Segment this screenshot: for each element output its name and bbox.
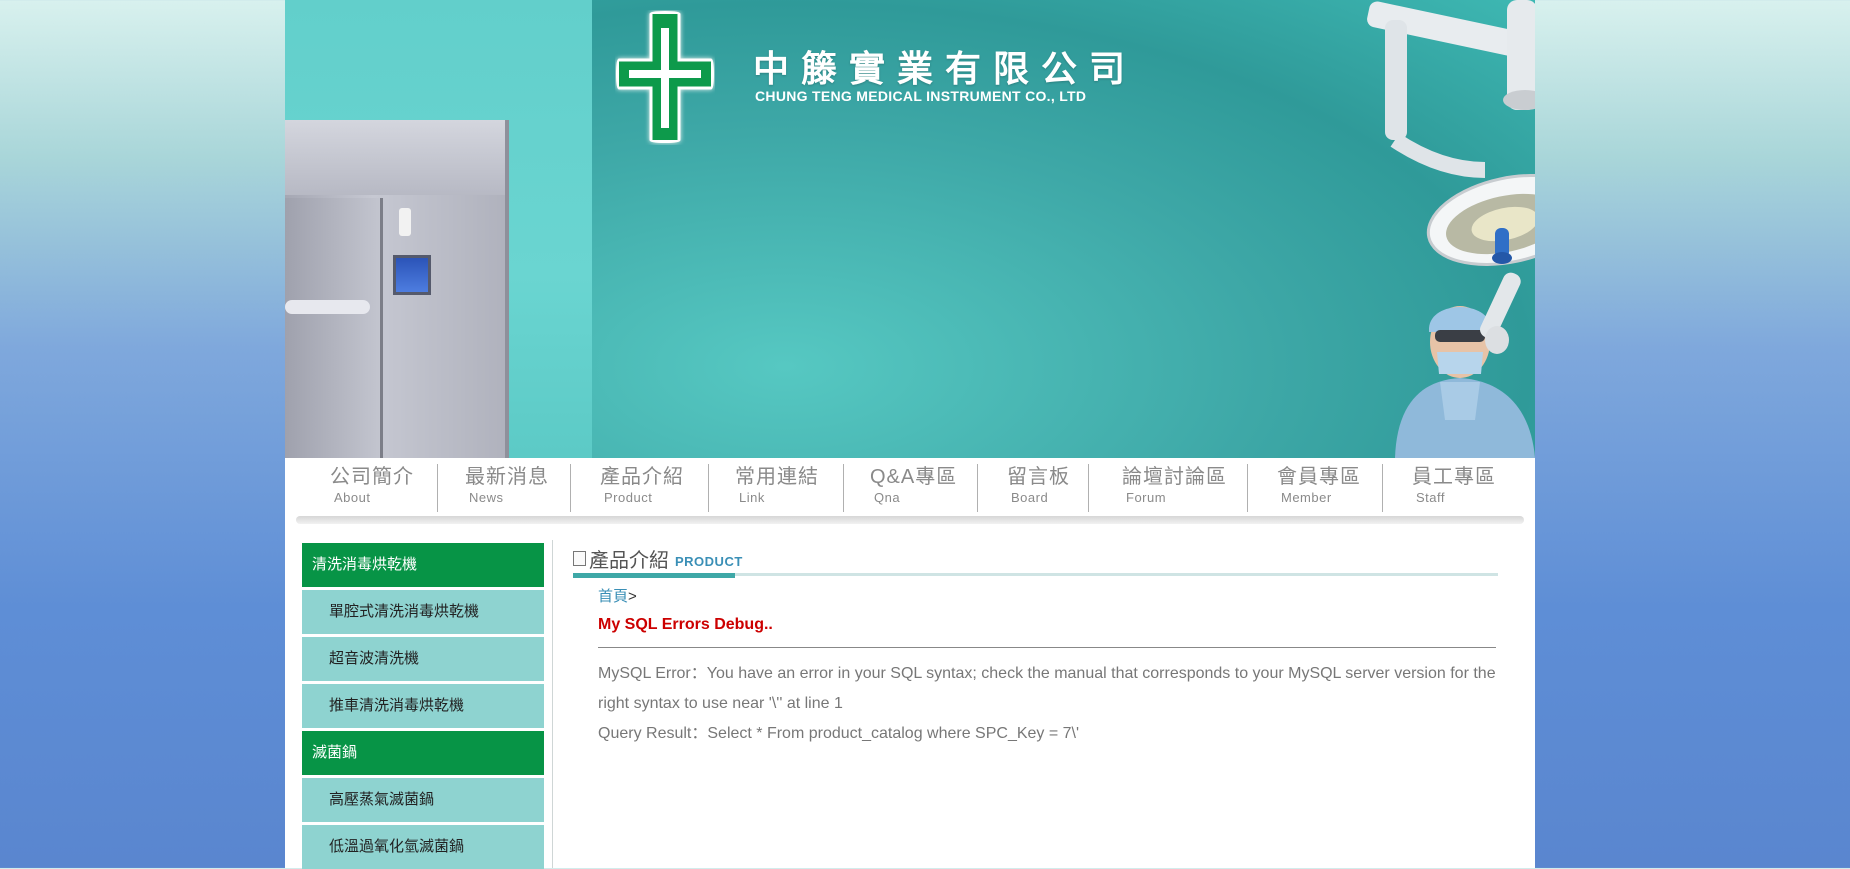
nav-item-about[interactable]: 公司簡介 About	[330, 464, 414, 512]
section-underline-accent	[573, 573, 735, 578]
nav-label-zh: 常用連結	[735, 466, 819, 488]
section-title-zh: 產品介紹	[589, 550, 669, 572]
nav-label-en: Link	[739, 490, 765, 505]
nav-label-en: Product	[604, 490, 653, 505]
sidebar-category-washer[interactable]: 清洗消毒烘乾機	[302, 543, 544, 587]
nav-label-zh: 產品介紹	[600, 466, 684, 488]
header-banner: 中籐實業有限公司 CHUNG TENG MEDICAL INSTRUMENT C…	[285, 0, 1535, 458]
sidebar-item[interactable]: 推車清洗消毒烘乾機	[302, 684, 544, 728]
nav-label-zh: 論壇討論區	[1122, 466, 1227, 488]
nav-label-zh: 公司簡介	[330, 466, 414, 488]
banner-left-panel	[285, 0, 592, 458]
nav-label-en: Board	[1011, 490, 1049, 505]
nav-label-zh: 員工專區	[1412, 466, 1496, 488]
mysql-error-text: MySQL Error：You have an error in your SQ…	[598, 665, 1496, 712]
error-title: My SQL Errors Debug..	[598, 616, 773, 633]
nav-divider	[1088, 464, 1089, 512]
nav-divider	[570, 464, 571, 512]
sidebar-category-sterilizer[interactable]: 滅菌鍋	[302, 731, 544, 775]
company-name-en: CHUNG TENG MEDICAL INSTRUMENT CO., LTD	[755, 88, 1087, 104]
main-nav: 公司簡介 About 最新消息 News 產品介紹 Product 常用連結 L…	[285, 458, 1535, 526]
breadcrumb: 首頁>	[598, 585, 637, 606]
query-result-text: Query Result：Select * From product_catal…	[598, 725, 1080, 742]
nav-item-link[interactable]: 常用連結 Link	[735, 464, 819, 512]
nav-label-zh: Q&A專區	[870, 466, 958, 488]
nav-divider	[437, 464, 438, 512]
sidebar-item[interactable]: 超音波清洗機	[302, 637, 544, 681]
product-category-sidebar: 清洗消毒烘乾機 單腔式清洗消毒烘乾機 超音波清洗機 推車清洗消毒烘乾機 滅菌鍋 …	[302, 543, 544, 869]
nav-label-en: News	[469, 490, 504, 505]
document-icon	[573, 551, 586, 566]
error-divider	[598, 647, 1496, 648]
nav-item-forum[interactable]: 論壇討論區 Forum	[1122, 464, 1227, 512]
surgeon-image	[1395, 272, 1535, 458]
main-content: 產品介紹 PRODUCT 首頁> My SQL Errors Debug.. M…	[573, 543, 1498, 868]
page-container: 中籐實業有限公司 CHUNG TENG MEDICAL INSTRUMENT C…	[285, 0, 1535, 869]
sidebar-item[interactable]: 低溫過氧化氫滅菌鍋	[302, 825, 544, 869]
nav-item-board[interactable]: 留言板 Board	[1007, 464, 1070, 512]
nav-item-product[interactable]: 產品介紹 Product	[600, 464, 684, 512]
nav-shadow-bar	[296, 516, 1524, 524]
nav-label-en: Member	[1281, 490, 1332, 505]
content-divider	[552, 540, 553, 868]
nav-label-zh: 留言板	[1007, 466, 1070, 488]
nav-label-en: Staff	[1416, 490, 1446, 505]
nav-label-zh: 會員專區	[1277, 466, 1361, 488]
nav-item-staff[interactable]: 員工專區 Staff	[1412, 464, 1496, 512]
sidebar-item[interactable]: 高壓蒸氣滅菌鍋	[302, 778, 544, 822]
nav-label-en: Qna	[874, 490, 901, 505]
sidebar-item[interactable]: 單腔式清洗消毒烘乾機	[302, 590, 544, 634]
nav-item-qna[interactable]: Q&A專區 Qna	[870, 464, 957, 512]
nav-label-en: About	[334, 490, 371, 505]
company-logo-icon[interactable]	[615, 10, 715, 145]
breadcrumb-home-link[interactable]: 首頁	[598, 588, 628, 605]
breadcrumb-separator: >	[628, 588, 637, 605]
nav-divider	[1247, 464, 1248, 512]
section-header: 產品介紹 PRODUCT	[573, 545, 1498, 578]
nav-label-en: Forum	[1126, 490, 1167, 505]
nav-divider	[843, 464, 844, 512]
washer-disinfector-image	[285, 120, 509, 458]
nav-label-zh: 最新消息	[465, 466, 549, 488]
nav-item-member[interactable]: 會員專區 Member	[1277, 464, 1361, 512]
section-title-en: PRODUCT	[675, 554, 743, 569]
nav-divider	[977, 464, 978, 512]
nav-divider	[1382, 464, 1383, 512]
nav-divider	[708, 464, 709, 512]
error-message: MySQL Error：You have an error in your SQ…	[598, 659, 1496, 749]
nav-item-news[interactable]: 最新消息 News	[465, 464, 549, 512]
surgical-lamp-image	[1367, 0, 1535, 266]
company-name-zh: 中籐實業有限公司	[753, 48, 1138, 89]
